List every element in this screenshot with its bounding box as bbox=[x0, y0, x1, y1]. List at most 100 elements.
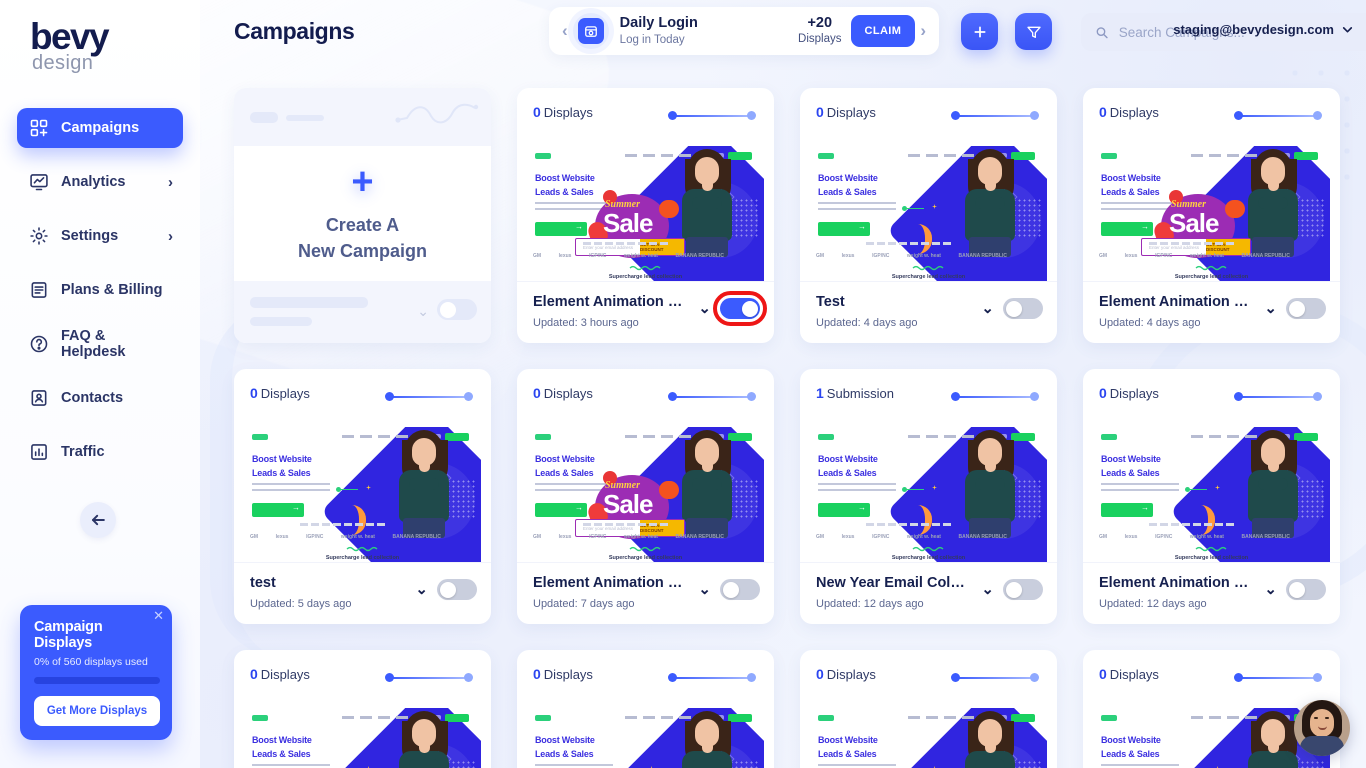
campaign-card[interactable]: 0Displays Boost WebsiteLeads & Sales GMl… bbox=[1083, 369, 1340, 624]
get-more-displays-button[interactable]: Get More Displays bbox=[34, 696, 160, 726]
support-agent-avatar[interactable] bbox=[1294, 700, 1350, 756]
chevron-right-icon[interactable]: › bbox=[915, 21, 931, 41]
card-menu-chevron-down-icon[interactable]: ⌄ bbox=[415, 582, 428, 597]
card-range-slider[interactable] bbox=[1234, 673, 1322, 683]
new-campaign-button[interactable] bbox=[961, 13, 998, 50]
campaign-card[interactable]: 0Displays Boost WebsiteLeads & Sales Oop… bbox=[517, 650, 774, 768]
card-enable-toggle[interactable] bbox=[1003, 579, 1043, 600]
campaign-card[interactable]: 0Displays Boost WebsiteLeads & Sales GMl… bbox=[800, 88, 1057, 343]
card-stat-number: 0 bbox=[816, 104, 824, 120]
sidebar-item-analytics[interactable]: Analytics › bbox=[17, 162, 183, 202]
sidebar-collapse-button[interactable] bbox=[80, 502, 116, 538]
reward-title: Daily Login bbox=[619, 15, 698, 32]
campaign-card[interactable]: 0 Displays Boost Website Leads & Sales →… bbox=[517, 369, 774, 624]
thumb-headline: Boost Website Leads & Sales bbox=[535, 454, 595, 478]
sidebar-item-plans-billing[interactable]: Plans & Billing bbox=[17, 270, 183, 310]
card-thumbnail[interactable]: Boost WebsiteLeads & Sales Summer Sale E… bbox=[527, 146, 764, 281]
search-icon bbox=[1096, 26, 1108, 38]
card-enable-toggle[interactable] bbox=[713, 291, 767, 326]
thumb-cta-button bbox=[818, 503, 870, 517]
thumb-brand-logo: lexus bbox=[558, 534, 572, 540]
card-updated-date: Updated: 4 days ago bbox=[816, 316, 918, 329]
card-menu-chevron-down-icon[interactable]: ⌄ bbox=[981, 301, 994, 316]
thumb-footer-label: Supercharge lead collection bbox=[1174, 555, 1249, 561]
sidebar-item-faq-helpdesk[interactable]: FAQ & Helpdesk bbox=[17, 324, 183, 364]
card-range-slider[interactable] bbox=[668, 111, 756, 121]
card-menu-chevron-down-icon[interactable]: ⌄ bbox=[1264, 582, 1277, 597]
thumb-footer-label: Supercharge lead collection bbox=[891, 274, 966, 280]
campaign-card[interactable]: 0 Displays Boost Website Leads & Sales →… bbox=[517, 88, 774, 343]
card-stat: 0 Displays bbox=[533, 385, 593, 401]
displays-progress-bar bbox=[34, 677, 160, 684]
card-stat-label: Displays bbox=[826, 667, 876, 682]
thumb-model-photo bbox=[959, 430, 1021, 538]
chevron-left-icon[interactable]: ‹ bbox=[557, 21, 573, 41]
card-thumbnail[interactable]: Boost WebsiteLeads & Sales Summer Sale E… bbox=[527, 427, 764, 562]
card-stat-number: 0 bbox=[533, 385, 541, 401]
campaign-card[interactable]: 0 Displays Boost Website Leads & Sales →… bbox=[1083, 88, 1340, 343]
grid-plus-icon bbox=[30, 119, 48, 137]
card-thumbnail[interactable]: Boost WebsiteLeads & Sales GMlexusIGP/NC… bbox=[244, 427, 481, 562]
campaign-card[interactable]: 0Displays Boost WebsiteLeads & Sales GMl… bbox=[234, 650, 491, 768]
card-stat-number: 0 bbox=[1099, 104, 1107, 120]
card-thumbnail[interactable]: Boost WebsiteLeads & Sales GMlexusIGP/NC… bbox=[810, 708, 1047, 768]
card-thumbnail[interactable]: Boost WebsiteLeads & Sales GMlexusIGP/NC… bbox=[1093, 427, 1330, 562]
sidebar-item-settings[interactable]: Settings › bbox=[17, 216, 183, 256]
sidebar-item-campaigns[interactable]: Campaigns bbox=[17, 108, 183, 148]
sidebar-item-contacts[interactable]: Contacts bbox=[17, 378, 183, 418]
card-range-slider[interactable] bbox=[385, 673, 473, 683]
sidebar-item-traffic[interactable]: Traffic bbox=[17, 432, 183, 472]
placeholder-toggle bbox=[437, 299, 477, 320]
thumb-model-photo bbox=[676, 149, 738, 257]
card-enable-toggle[interactable] bbox=[1286, 579, 1326, 600]
campaign-card[interactable]: 1Submission Boost WebsiteLeads & Sales G… bbox=[800, 369, 1057, 624]
account-menu[interactable]: staging@bevydesign.com bbox=[1173, 22, 1354, 37]
card-thumbnail[interactable]: Boost WebsiteLeads & Sales GMlexusIGP/NC… bbox=[1093, 708, 1330, 768]
card-range-slider[interactable] bbox=[668, 392, 756, 402]
thumb-brand-logo: IGP/NC bbox=[589, 253, 607, 259]
app-logo[interactable]: bevy design bbox=[30, 18, 110, 73]
card-range-slider[interactable] bbox=[951, 111, 1039, 121]
card-enable-toggle[interactable] bbox=[437, 579, 477, 600]
card-thumbnail[interactable]: Boost WebsiteLeads & Sales Oops! GMlexus… bbox=[527, 708, 764, 768]
sidebar-item-label: Analytics bbox=[61, 174, 126, 190]
thumb-model-photo bbox=[959, 149, 1021, 257]
card-thumbnail[interactable]: Boost WebsiteLeads & Sales GMlexusIGP/NC… bbox=[810, 146, 1047, 281]
card-menu-chevron-down-icon[interactable]: ⌄ bbox=[981, 582, 994, 597]
question-icon bbox=[30, 335, 48, 353]
create-new-campaign-card[interactable]: + Create A New Campaign ⌄ bbox=[234, 88, 491, 343]
card-thumbnail[interactable]: Boost WebsiteLeads & Sales Summer Sale E… bbox=[1093, 146, 1330, 281]
thumb-model-photo bbox=[1242, 149, 1304, 257]
close-icon[interactable]: ✕ bbox=[153, 609, 164, 622]
campaign-card[interactable]: 0Displays Boost WebsiteLeads & Sales GMl… bbox=[800, 650, 1057, 768]
campaign-displays-widget: ✕ Campaign Displays 0% of 560 displays u… bbox=[20, 605, 172, 740]
card-enable-toggle[interactable] bbox=[1003, 298, 1043, 319]
card-stat: 0 Displays bbox=[1099, 666, 1159, 682]
card-enable-toggle[interactable] bbox=[1286, 298, 1326, 319]
thumb-brand-logo: BANANA REPUBLIC bbox=[958, 253, 1007, 259]
thumb-headline: Boost Website Leads & Sales bbox=[252, 454, 312, 478]
billing-icon bbox=[31, 282, 47, 298]
card-header: 0 Displays bbox=[1083, 88, 1340, 146]
filter-button[interactable] bbox=[1015, 13, 1052, 50]
thumb-brand-logo: lexus bbox=[275, 534, 289, 540]
card-range-slider[interactable] bbox=[951, 673, 1039, 683]
account-email: staging@bevydesign.com bbox=[1173, 22, 1334, 37]
card-menu-chevron-down-icon[interactable]: ⌄ bbox=[698, 582, 711, 597]
card-menu-chevron-down-icon[interactable]: ⌄ bbox=[698, 301, 711, 316]
card-range-slider[interactable] bbox=[1234, 392, 1322, 402]
claim-button[interactable]: CLAIM bbox=[850, 15, 916, 47]
card-range-slider[interactable] bbox=[385, 392, 473, 402]
card-thumbnail[interactable]: Boost WebsiteLeads & Sales GMlexusIGP/NC… bbox=[810, 427, 1047, 562]
card-range-slider[interactable] bbox=[951, 392, 1039, 402]
thumb-model-photo bbox=[676, 711, 738, 768]
card-stat: 1 Submission bbox=[816, 385, 894, 401]
card-enable-toggle[interactable] bbox=[720, 579, 760, 600]
card-range-slider[interactable] bbox=[1234, 111, 1322, 121]
card-thumbnail[interactable]: Boost WebsiteLeads & Sales GMlexusIGP/NC… bbox=[244, 708, 481, 768]
card-menu-chevron-down-icon[interactable]: ⌄ bbox=[1264, 301, 1277, 316]
campaign-card[interactable]: 0Displays Boost WebsiteLeads & Sales GMl… bbox=[234, 369, 491, 624]
thumb-brand-logo: BANANA REPUBLIC bbox=[675, 534, 724, 540]
thumb-headline: Boost Website Leads & Sales bbox=[1101, 735, 1161, 759]
card-range-slider[interactable] bbox=[668, 673, 756, 683]
